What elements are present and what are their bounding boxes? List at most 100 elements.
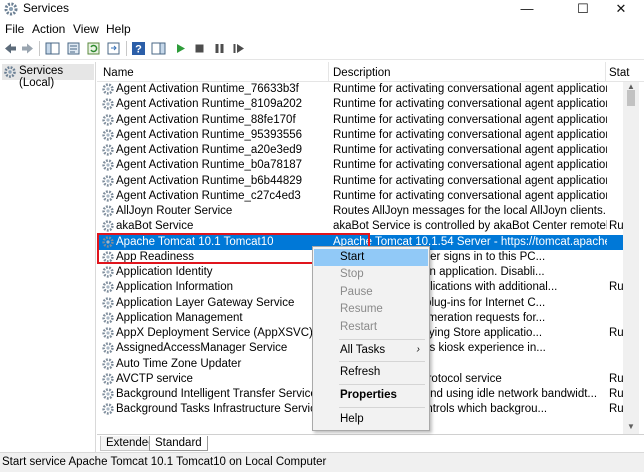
service-gear-icon: [102, 144, 114, 156]
vertical-scrollbar[interactable]: ▲ ▼: [623, 82, 639, 434]
title-bar: Services — ☐ ✕: [0, 0, 644, 18]
menu-action[interactable]: Action: [32, 22, 65, 36]
toolbar: ?: [0, 38, 644, 60]
service-gear-icon: [102, 342, 114, 354]
pause-service-icon[interactable]: [212, 41, 227, 56]
table-row[interactable]: Agent Activation Runtime_88fe170f Runtime…: [97, 113, 625, 128]
context-menu-properties[interactable]: Properties: [314, 387, 428, 404]
service-description: Runtime for activating conversational ag…: [333, 189, 607, 202]
service-name: Auto Time Zone Updater: [116, 357, 242, 370]
close-button[interactable]: ✕: [598, 0, 644, 18]
context-menu-start[interactable]: Start: [314, 249, 428, 266]
show-hide-console-tree-icon[interactable]: [45, 41, 60, 56]
table-row[interactable]: Agent Activation Runtime_76633b3f Runtime…: [97, 82, 625, 97]
service-name: Agent Activation Runtime_b0a78187: [116, 159, 303, 172]
svg-text:?: ?: [135, 44, 142, 56]
service-name: Apache Tomcat 10.1 Tomcat10: [116, 235, 274, 248]
service-gear-icon: [102, 220, 114, 232]
service-name: Agent Activation Runtime_76633b3f: [116, 83, 299, 95]
back-arrow-icon[interactable]: [3, 41, 18, 56]
forward-arrow-icon[interactable]: [20, 41, 35, 56]
service-gear-icon: [102, 235, 114, 248]
properties-view-icon[interactable]: [66, 41, 81, 56]
context-menu: Start Stop Pause Resume Restart All Task…: [312, 246, 430, 431]
context-menu-pause[interactable]: Pause: [314, 284, 428, 301]
restart-service-icon[interactable]: [231, 41, 246, 56]
context-menu-restart[interactable]: Restart: [314, 319, 428, 336]
menu-file[interactable]: File: [5, 22, 24, 36]
tab-standard[interactable]: Standard: [149, 436, 208, 451]
tree-item-services-local[interactable]: Services (Local): [2, 64, 94, 89]
service-name: Background Intelligent Transfer Service: [116, 388, 317, 400]
service-gear-icon: [102, 190, 114, 202]
service-gear-icon: [102, 159, 114, 171]
table-row[interactable]: Agent Activation Runtime_a20e3ed9 Runtime…: [97, 143, 625, 158]
service-name: Agent Activation Runtime_b6b44829: [116, 174, 303, 187]
context-menu-all-tasks[interactable]: All Tasks ›: [314, 342, 428, 359]
stop-service-icon[interactable]: [192, 41, 207, 56]
service-name: akaBot Service: [116, 220, 194, 233]
context-menu-refresh[interactable]: Refresh: [314, 364, 428, 381]
context-menu-resume[interactable]: Resume: [314, 301, 428, 318]
menu-help[interactable]: Help: [106, 22, 131, 36]
scroll-down-icon[interactable]: ▼: [626, 422, 636, 431]
service-gear-icon: [102, 373, 114, 385]
services-gear-icon: [4, 66, 16, 78]
service-name: AppX Deployment Service (AppXSVC): [116, 327, 313, 339]
service-gear-icon: [102, 296, 114, 309]
refresh-icon[interactable]: [86, 41, 101, 56]
service-description: Routes AllJoyn messages for the local Al…: [333, 205, 607, 217]
service-gear-icon: [102, 403, 114, 415]
table-row[interactable]: Agent Activation Runtime_b0a78187 Runtime…: [97, 158, 625, 173]
table-row[interactable]: AllJoyn Router Service Routes AllJoyn mes…: [97, 204, 625, 219]
context-menu-help[interactable]: Help: [314, 411, 428, 428]
service-gear-icon: [102, 98, 114, 110]
table-row[interactable]: Agent Activation Runtime_c27c4ed3 Runtime…: [97, 189, 625, 204]
column-header-description[interactable]: Description: [333, 67, 391, 79]
service-description: Runtime for activating conversational ag…: [333, 174, 607, 187]
show-action-pane-icon[interactable]: [151, 41, 166, 56]
service-description: Runtime for activating conversational ag…: [333, 98, 607, 111]
service-gear-icon: [102, 266, 114, 278]
tree-item-label: Services (Local): [19, 65, 64, 89]
service-description: Runtime for activating conversational ag…: [333, 159, 607, 172]
service-gear-icon: [102, 129, 114, 141]
service-description: Runtime for activating conversational ag…: [333, 128, 607, 141]
column-header-name[interactable]: Name: [103, 67, 134, 79]
service-gear-icon: [102, 281, 114, 293]
window-title: Services: [23, 1, 70, 15]
service-description: Runtime for activating conversational ag…: [333, 113, 607, 126]
table-row[interactable]: Agent Activation Runtime_b6b44829 Runtime…: [97, 174, 625, 189]
context-menu-stop[interactable]: Stop: [314, 266, 428, 283]
service-name: AVCTP service: [116, 372, 193, 385]
service-gear-icon: [102, 251, 114, 263]
services-gear-icon: [4, 2, 18, 16]
service-name: Agent Activation Runtime_c27c4ed3: [116, 189, 301, 202]
scrollbar-thumb[interactable]: [627, 90, 635, 106]
status-text: Start service Apache Tomcat 10.1 Tomcat1…: [2, 456, 327, 468]
column-header-status[interactable]: Stat: [609, 67, 629, 79]
service-name: Agent Activation Runtime_95393556: [116, 128, 303, 141]
help-icon[interactable]: ?: [131, 41, 146, 56]
service-name: Agent Activation Runtime_8109a202: [116, 98, 303, 111]
service-name: Background Tasks Infrastructure Service: [116, 403, 323, 416]
service-name: Application Information: [116, 281, 233, 294]
menu-bar: File Action View Help: [0, 20, 644, 38]
table-row[interactable]: akaBot Service akaBot Service is controll…: [97, 219, 625, 234]
table-row[interactable]: Agent Activation Runtime_8109a202 Runtime…: [97, 97, 625, 112]
service-gear-icon: [102, 312, 114, 324]
service-gear-icon: [102, 83, 114, 95]
service-gear-icon: [102, 113, 114, 126]
service-name: Agent Activation Runtime_88fe170f: [116, 113, 296, 126]
submenu-arrow-icon: ›: [416, 344, 420, 355]
export-list-icon[interactable]: [106, 41, 121, 56]
view-tabs: Extended Standard: [97, 434, 644, 452]
service-gear-icon: [102, 327, 114, 339]
table-row[interactable]: Agent Activation Runtime_95393556 Runtime…: [97, 128, 625, 143]
menu-view[interactable]: View: [73, 22, 99, 36]
minimize-button[interactable]: —: [504, 0, 550, 18]
service-name: Agent Activation Runtime_a20e3ed9: [116, 144, 303, 156]
start-service-icon[interactable]: [173, 41, 188, 56]
service-name: App Readiness: [116, 250, 194, 263]
service-name: AssignedAccessManager Service: [116, 342, 288, 355]
